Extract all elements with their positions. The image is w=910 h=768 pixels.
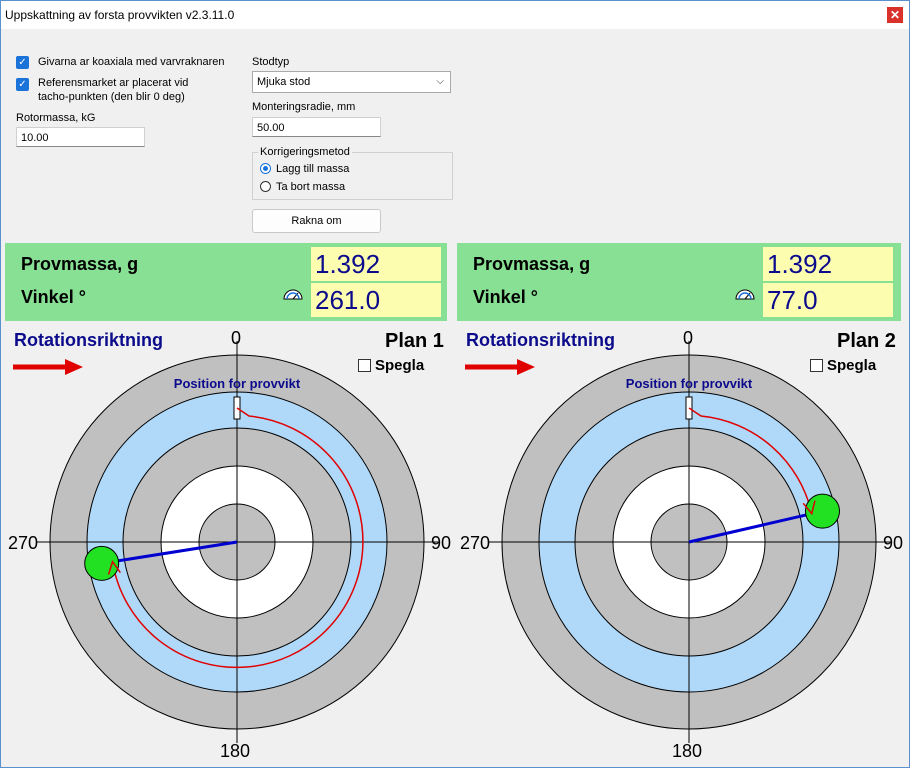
plane1-trial-mass-value: 1.392 xyxy=(311,247,441,281)
plane2-axis-label-left: 270 xyxy=(460,533,491,553)
plane1-angle-label: Vinkel ° xyxy=(21,287,86,307)
plane1-result-panel: Provmassa, g Vinkel ° 1.392 261.0 xyxy=(5,243,447,321)
support-type-value: Mjuka stod xyxy=(257,76,311,88)
add-mass-radio[interactable] xyxy=(260,163,271,174)
coaxial-checkbox[interactable]: ✓ xyxy=(16,56,29,69)
plane2-axis-label-bottom: 180 xyxy=(672,741,703,761)
plane1-axis-label-left: 270 xyxy=(8,533,39,553)
protractor-icon xyxy=(735,289,755,300)
plane1-trial-mass-label: Provmassa, g xyxy=(21,254,139,274)
support-type-select[interactable]: Mjuka stod ⌵ xyxy=(252,71,451,93)
title-bar: Uppskattning av forsta provvikten v2.3.1… xyxy=(1,1,909,29)
mount-radius-label: Monteringsradie, mm xyxy=(252,101,356,113)
plane1-polar-diagram: Position for provvikt xyxy=(36,341,438,743)
plane2-position-label: Position for provvikt xyxy=(626,376,753,391)
remove-mass-label: Ta bort massa xyxy=(276,181,346,193)
mount-radius-input[interactable]: 50.00 xyxy=(252,117,381,137)
plane1-axis-label-bottom: 180 xyxy=(220,741,251,761)
window-title: Uppskattning av forsta provvikten v2.3.1… xyxy=(5,8,235,22)
main-window: Uppskattning av forsta provvikten v2.3.1… xyxy=(0,0,910,768)
plane1-position-label: Position for provvikt xyxy=(174,376,301,391)
reference-checkbox[interactable]: ✓ xyxy=(16,78,29,91)
close-button[interactable]: ✕ xyxy=(887,7,903,23)
plane1-angle-value: 261.0 xyxy=(311,283,441,317)
remove-mass-radio[interactable] xyxy=(260,181,271,192)
plane2-trial-mass-label: Provmassa, g xyxy=(473,254,591,274)
coaxial-checkbox-label: Givarna ar koaxiala med varvraknaren xyxy=(38,56,225,68)
reference-checkbox-label-line2: tacho-punkten (den blir 0 deg) xyxy=(38,91,185,103)
correction-method-title: Korrigeringsmetod xyxy=(258,146,352,158)
add-mass-label: Lagg till massa xyxy=(276,163,350,175)
rotor-mass-input[interactable]: 10.00 xyxy=(16,127,145,147)
recalculate-button[interactable]: Rakna om xyxy=(252,209,381,233)
plane2-angle-value: 77.0 xyxy=(763,283,893,317)
support-type-label: Stodtyp xyxy=(252,56,290,68)
plane2-result-panel: Provmassa, g Vinkel ° 1.392 77.0 xyxy=(457,243,901,321)
protractor-icon xyxy=(283,289,303,300)
reference-checkbox-label-line1: Referensmarket ar placerat vid xyxy=(38,77,189,89)
chevron-down-icon: ⌵ xyxy=(436,76,444,87)
rotor-mass-label: Rotormassa, kG xyxy=(16,112,96,124)
plane2-angle-label: Vinkel ° xyxy=(473,287,538,307)
plane2-polar-diagram: Position for provvikt xyxy=(488,341,890,743)
plane2-trial-mass-value: 1.392 xyxy=(763,247,893,281)
